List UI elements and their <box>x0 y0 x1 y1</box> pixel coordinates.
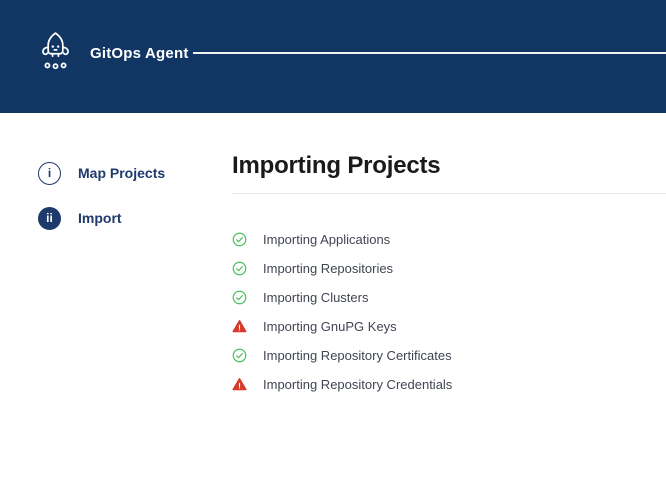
import-status-row: Importing Repository Certificates <box>232 341 612 370</box>
octopus-logo-icon <box>37 30 74 77</box>
sidebar-item-import[interactable]: ii Import <box>38 206 218 230</box>
sidebar-item-label: Map Projects <box>78 165 165 181</box>
import-status-label: Importing Applications <box>263 232 390 247</box>
import-status-row: Importing Clusters <box>232 283 612 312</box>
check-circle-icon <box>232 261 247 276</box>
import-status-row: Importing GnuPG Keys <box>232 312 612 341</box>
import-status-row: Importing Applications <box>232 225 612 254</box>
app-title: GitOps Agent <box>90 45 189 62</box>
app-header: GitOps Agent <box>0 0 666 113</box>
title-divider <box>232 193 666 194</box>
step-numeral-badge: ii <box>38 207 61 230</box>
warning-triangle-icon <box>232 319 247 334</box>
wizard-steps: i Map Projects ii Import <box>38 161 218 251</box>
page-title: Importing Projects <box>232 152 440 180</box>
import-status-label: Importing Repository Credentials <box>263 377 452 392</box>
check-circle-icon <box>232 348 247 363</box>
import-status-list: Importing Applications Importing Reposit… <box>232 225 612 399</box>
header-divider-rule <box>193 52 666 54</box>
import-status-label: Importing GnuPG Keys <box>263 319 397 334</box>
import-status-row: Importing Repository Credentials <box>232 370 612 399</box>
sidebar-item-label: Import <box>78 210 122 226</box>
import-status-label: Importing Repositories <box>263 261 393 276</box>
warning-triangle-icon <box>232 377 247 392</box>
check-circle-icon <box>232 290 247 305</box>
check-circle-icon <box>232 232 247 247</box>
import-status-row: Importing Repositories <box>232 254 612 283</box>
import-status-label: Importing Clusters <box>263 290 368 305</box>
sidebar-item-map-projects[interactable]: i Map Projects <box>38 161 218 185</box>
import-status-label: Importing Repository Certificates <box>263 348 452 363</box>
step-numeral-badge: i <box>38 162 61 185</box>
